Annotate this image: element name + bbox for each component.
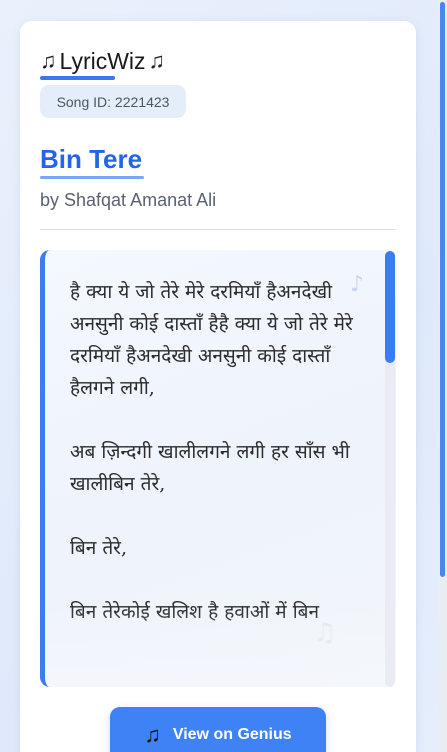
lyrics-text: है क्या ये जो तेरे मेरे दरमियाँ हैअनदेखी…	[70, 281, 353, 623]
music-note-icon: ♫	[144, 721, 161, 747]
divider	[40, 229, 396, 230]
music-note-icon: ♫	[40, 48, 57, 73]
artist-name: by Shafqat Amanat Ali	[40, 190, 217, 210]
view-on-genius-label: View on Genius	[172, 725, 292, 743]
lyrics-scrollbar-thumb[interactable]	[385, 251, 395, 363]
lyrics-panel[interactable]: ♪ है क्या ये जो तेरे मेरे दरमियाँ हैअनदे…	[40, 250, 396, 687]
page-scrollbar[interactable]	[438, 0, 447, 752]
view-on-genius-button[interactable]: ♫ View on Genius	[110, 707, 326, 752]
brand-logo: ♫ LyricWiz ♫	[40, 46, 165, 76]
music-note-icon: ♫	[148, 48, 166, 73]
page-scrollbar-thumb[interactable]	[440, 2, 445, 577]
lyrics-fade	[45, 607, 396, 687]
brand-underline	[40, 76, 115, 80]
app-page: ♫ LyricWiz ♫ Song ID: 2221423 Bin Tere b…	[0, 0, 447, 752]
brand-name: LyricWiz	[59, 47, 146, 74]
song-id-badge: Song ID: 2221423	[40, 85, 186, 118]
song-title: Bin Tere	[40, 144, 143, 174]
title-underline	[40, 176, 144, 179]
lyrics-scrollbar[interactable]	[385, 251, 395, 687]
